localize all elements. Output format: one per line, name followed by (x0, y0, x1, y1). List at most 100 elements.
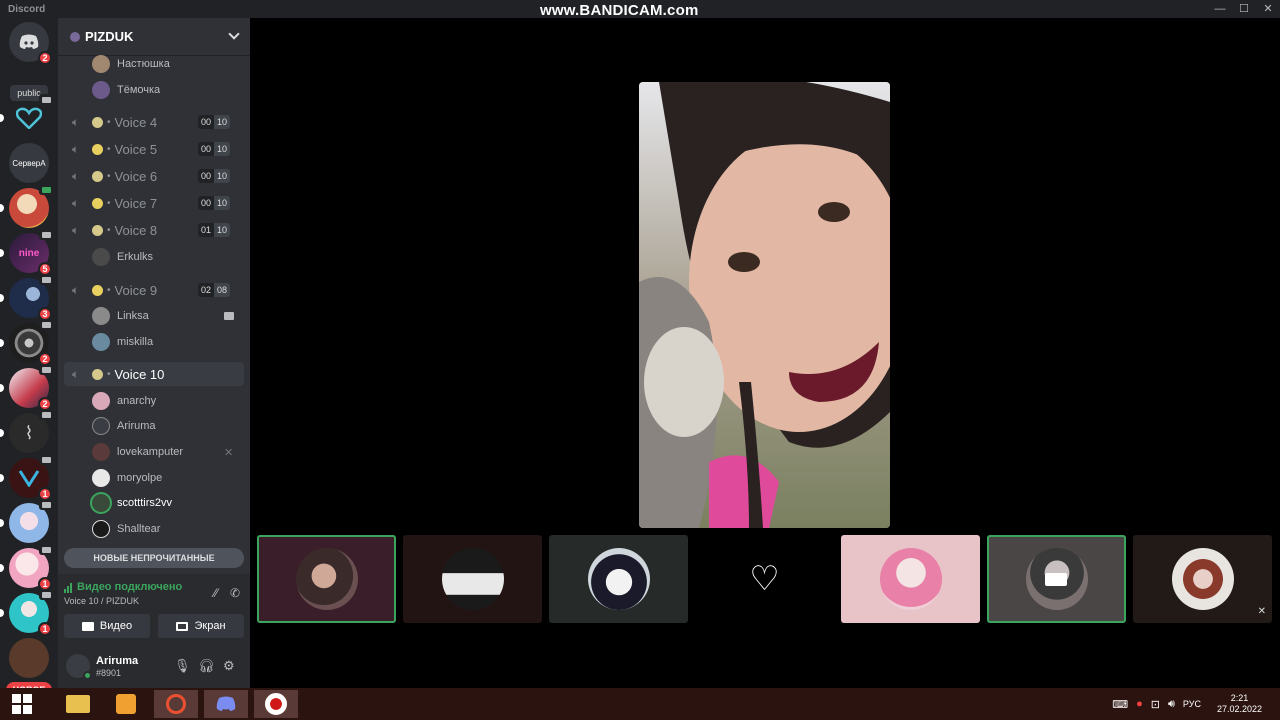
avatar (92, 55, 110, 73)
voice-user[interactable]: Shalltear (92, 518, 160, 540)
participant-tile[interactable]: ♡ (695, 535, 834, 623)
voice-user[interactable]: Erkulks (92, 246, 153, 268)
participant-avatar (879, 548, 942, 610)
channel-emoji-icon (92, 224, 103, 236)
avatar (92, 469, 110, 487)
participant-tile[interactable] (403, 535, 542, 623)
video-button[interactable]: Видео (64, 614, 150, 638)
voice-channel-8[interactable]: 🔈︎ • Voice 8 01 10 (64, 218, 244, 242)
user-name: Ariruma (96, 655, 139, 667)
chevron-down-icon (228, 28, 240, 40)
server-2[interactable]: nine 5 (0, 229, 53, 276)
server-7[interactable]: 1 (0, 454, 53, 501)
server-2-art: nine (18, 247, 40, 259)
keyboard-icon[interactable]: ⌨ (1112, 698, 1128, 711)
settings-gear-icon[interactable]: ⚙ (223, 658, 235, 674)
speaker-icon: 🔈︎ (72, 141, 80, 156)
voice-user[interactable]: scotttirs2vv (92, 492, 172, 514)
voice-user-name: anarchy (117, 395, 157, 407)
participant-tile[interactable] (257, 535, 396, 623)
server-heart[interactable] (0, 94, 53, 138)
close-window-button[interactable]: ✕ (1256, 0, 1280, 18)
voice-user[interactable]: moryolpe (92, 467, 162, 489)
voice-user[interactable]: anarchy (92, 390, 156, 412)
server-5[interactable]: 2 (0, 364, 53, 411)
heart-server-icon (16, 107, 42, 129)
start-button[interactable] (0, 690, 44, 718)
voice-user[interactable]: miskilla (92, 331, 153, 353)
noise-suppression-icon[interactable]: ⁄⁄ (214, 586, 218, 600)
server-9[interactable]: 1 (0, 544, 53, 591)
disconnect-icon[interactable]: ✆ (230, 586, 240, 600)
speaker-icon: 🔈︎ (72, 366, 80, 381)
voice-user[interactable]: Ariruma (92, 415, 156, 437)
unread-pip (0, 609, 4, 617)
server-11[interactable] (9, 638, 49, 678)
new-unread-banner[interactable]: НОВЫЕ НЕПРОЧИТАННЫЕ (64, 548, 244, 568)
screen-share-button[interactable]: Экран (158, 614, 244, 638)
microphone-icon[interactable]: 🎙︎ (174, 658, 191, 674)
guild-header[interactable]: PIZDUK (58, 18, 250, 56)
server-1[interactable] (0, 184, 53, 228)
server-serverA[interactable]: СервeрА (9, 143, 49, 183)
server-3[interactable]: 3 (0, 274, 53, 321)
voice-indicator-icon (39, 229, 53, 240)
voice-user[interactable]: lovekamputer ✕ (92, 441, 242, 463)
unread-pip (0, 564, 4, 572)
folder-icon (66, 695, 90, 713)
camera-icon (1045, 573, 1067, 586)
browser-button[interactable] (154, 690, 198, 718)
minimize-button[interactable]: — (1208, 0, 1232, 18)
user-avatar[interactable] (66, 654, 92, 680)
bandicam-button[interactable] (254, 690, 298, 718)
voice-channel-7[interactable]: 🔈︎ • Voice 7 00 10 (64, 191, 244, 215)
home-button[interactable]: 2 (9, 22, 52, 65)
speaker-icon: 🔈︎ (72, 282, 80, 297)
participant-tile[interactable] (841, 535, 980, 623)
avatar (92, 248, 110, 266)
voice-channel-name: Voice 10 (114, 366, 165, 382)
participant-tile[interactable]: ✕ (1133, 535, 1272, 623)
speaker-icon: 🔈︎ (72, 195, 80, 210)
voice-channel-4[interactable]: 🔈︎ • Voice 4 00 10 (64, 110, 244, 134)
maximize-button[interactable]: ☐ (1232, 0, 1256, 18)
discord-taskbar-button[interactable] (204, 690, 248, 718)
voice-channel-10[interactable]: 🔈︎ • Voice 10 (64, 362, 244, 386)
voice-channel-5[interactable]: 🔈︎ • Voice 5 00 10 (64, 137, 244, 161)
connection-status[interactable]: Видео подключено (64, 581, 182, 593)
camera-icon (81, 621, 94, 631)
user-limit-counter: 00 10 (198, 115, 231, 129)
voice-user[interactable]: Linksa (92, 305, 242, 327)
server-10[interactable]: 1 (0, 589, 53, 636)
unread-pip (0, 249, 4, 257)
file-explorer-button[interactable] (56, 690, 100, 718)
participant-tile[interactable] (987, 535, 1126, 623)
voice-indicator-icon (39, 544, 53, 555)
separator-dot: • (107, 224, 111, 236)
server-8[interactable] (0, 499, 53, 543)
focused-video-stream[interactable] (639, 82, 890, 528)
clock[interactable]: 2:21 27.02.2022 (1217, 693, 1262, 715)
user-limit-counter: 00 10 (198, 142, 231, 156)
language-indicator[interactable]: РУС (1183, 699, 1201, 709)
record-tray-icon[interactable]: ● (1136, 698, 1143, 710)
voice-user[interactable]: Тёмочка (92, 79, 160, 101)
volume-icon[interactable]: 🔊︎ (1168, 698, 1175, 711)
voice-channel-9[interactable]: 🔈︎ • Voice 9 02 08 (64, 278, 244, 302)
voice-channel-6[interactable]: 🔈︎ • Voice 6 00 10 (64, 164, 244, 188)
screen-share-icon (176, 621, 189, 631)
participant-tile[interactable] (549, 535, 688, 623)
media-player-button[interactable] (104, 690, 148, 718)
server-serverA-label: СервeрА (12, 158, 46, 168)
muted-icon: ✕ (224, 447, 234, 459)
server-4[interactable]: 2 (0, 319, 53, 366)
unread-pip (0, 339, 4, 347)
server-6[interactable]: ⌇ (0, 409, 53, 453)
headphones-icon[interactable]: 🎧︎ (198, 658, 215, 674)
guild-boost-icon (70, 31, 80, 42)
network-icon[interactable]: ⊡ (1151, 698, 1160, 711)
voice-indicator-icon (39, 274, 53, 285)
connection-status-text: Видео подключено (77, 581, 183, 593)
voice-user[interactable]: Настюшка (92, 53, 170, 75)
avatar (92, 333, 110, 351)
